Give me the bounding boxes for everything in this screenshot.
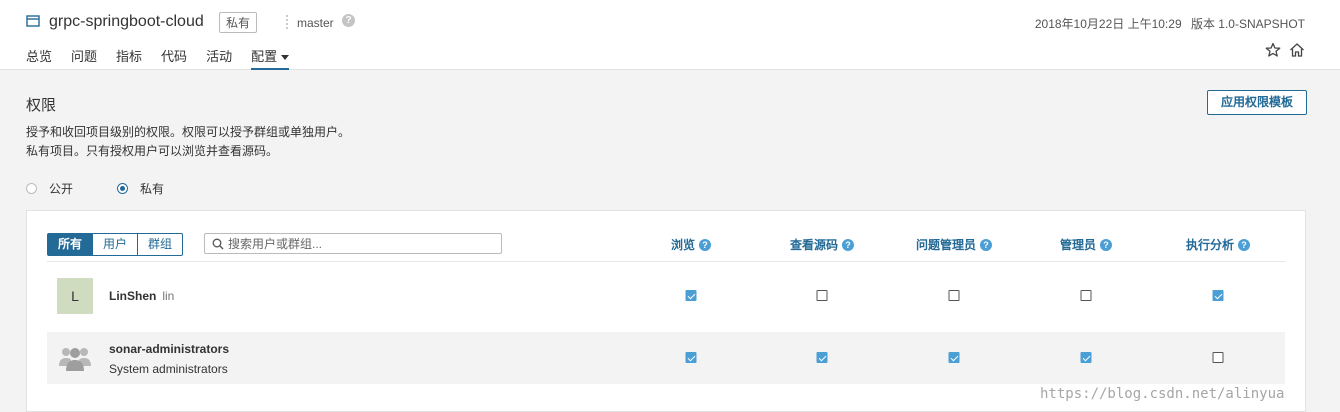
help-icon[interactable]: ? [980, 238, 993, 251]
group-icon [59, 348, 91, 371]
permission-checkbox[interactable] [685, 352, 697, 363]
column-issue-admin: 问题管理员? [915, 236, 993, 253]
permission-checkbox[interactable] [1080, 352, 1092, 363]
permission-checkbox[interactable] [1212, 352, 1224, 363]
branch-help-icon[interactable]: ? [342, 14, 355, 27]
filter-toggle: 所有 用户 群组 [47, 233, 184, 256]
column-see-source-label: 查看源码 [789, 238, 839, 252]
column-execute-analysis: 执行分析? [1185, 236, 1251, 253]
permission-checkbox[interactable] [816, 290, 828, 301]
analysis-date: 2018年10月22日 上午10:29 [1034, 17, 1182, 31]
project-header: grpc-springboot-cloud 私有 master ? 2018年1… [0, 0, 1340, 70]
user-name: LinShen lin [109, 289, 174, 303]
search-icon [212, 238, 224, 250]
nav-administration[interactable]: 配置 [251, 46, 290, 70]
page-description: 授予和收回项目级别的权限。权限可以授予群组或单独用户。 [26, 125, 351, 139]
user-name-text: LinShen [109, 289, 157, 303]
branch-icon [286, 15, 288, 29]
help-icon[interactable]: ? [1100, 238, 1113, 251]
nav-activity[interactable]: 活动 [206, 46, 232, 68]
chevron-down-icon [281, 55, 290, 61]
help-icon[interactable]: ? [699, 238, 712, 251]
permission-checkbox[interactable] [948, 290, 960, 301]
permission-checkbox[interactable] [685, 290, 697, 301]
radio-private-indicator[interactable] [117, 183, 128, 194]
project-meta: 2018年10月22日 上午10:29 版本 1.0-SNAPSHOT [1029, 15, 1305, 32]
column-admin-label: 管理员 [1059, 238, 1097, 252]
apply-template-button[interactable]: 应用权限模板 [1207, 90, 1307, 115]
visibility-badge: 私有 [219, 12, 258, 33]
project-icon [26, 15, 40, 27]
radio-public[interactable]: 公开 [26, 180, 73, 197]
filter-users-button[interactable]: 用户 [92, 233, 139, 256]
visibility-description: 私有项目。只有授权用户可以浏览并查看源码。 [26, 144, 279, 158]
search-input[interactable] [228, 235, 496, 252]
nav-overview[interactable]: 总览 [26, 46, 52, 68]
project-name[interactable]: grpc-springboot-cloud [49, 13, 204, 31]
nav-issues[interactable]: 问题 [71, 46, 97, 68]
help-icon[interactable]: ? [1238, 238, 1251, 251]
branch-name: master [297, 16, 334, 30]
page-title: 权限 [26, 97, 57, 114]
column-browse-label: 浏览 [670, 238, 696, 252]
table-row: sonar-administrators System administrato… [47, 332, 1285, 384]
project-version: 版本 1.0-SNAPSHOT [1190, 17, 1305, 31]
help-icon[interactable]: ? [842, 238, 855, 251]
permission-checkbox[interactable] [1080, 290, 1092, 301]
permission-checkbox[interactable] [816, 352, 828, 363]
watermark: https://blog.csdn.net/alinyua [1040, 386, 1285, 402]
permission-checkbox[interactable] [1212, 290, 1224, 301]
nav-administration-label: 配置 [251, 49, 278, 64]
table-row: L LinShen lin [47, 270, 1285, 322]
user-login: lin [162, 289, 175, 303]
column-browse: 浏览? [670, 236, 712, 253]
radio-private-label: 私有 [140, 182, 165, 196]
radio-private[interactable]: 私有 [117, 180, 164, 197]
header-divider [47, 261, 1285, 262]
permissions-panel: 所有 用户 群组 浏览? 查看源码? 问题管理员? 管理员? 执行分析? L L… [26, 210, 1306, 412]
avatar: L [57, 278, 93, 314]
group-description: System administrators [109, 362, 228, 376]
project-nav: 总览 问题 指标 代码 活动 配置 [26, 46, 308, 70]
radio-public-indicator[interactable] [26, 183, 37, 194]
column-admin: 管理员? [1059, 236, 1113, 253]
nav-code[interactable]: 代码 [161, 46, 187, 68]
column-see-source: 查看源码? [789, 236, 855, 253]
radio-public-label: 公开 [49, 182, 74, 196]
search-box[interactable] [204, 233, 502, 254]
filter-groups-button[interactable]: 群组 [137, 233, 184, 256]
star-icon[interactable] [1265, 42, 1281, 58]
home-icon[interactable] [1289, 42, 1305, 58]
group-name: sonar-administrators [109, 342, 230, 356]
nav-measures[interactable]: 指标 [116, 46, 142, 68]
column-execute-analysis-label: 执行分析 [1185, 238, 1235, 252]
column-issue-admin-label: 问题管理员 [915, 238, 977, 252]
permission-checkbox[interactable] [948, 352, 960, 363]
filter-all-button[interactable]: 所有 [47, 233, 94, 256]
